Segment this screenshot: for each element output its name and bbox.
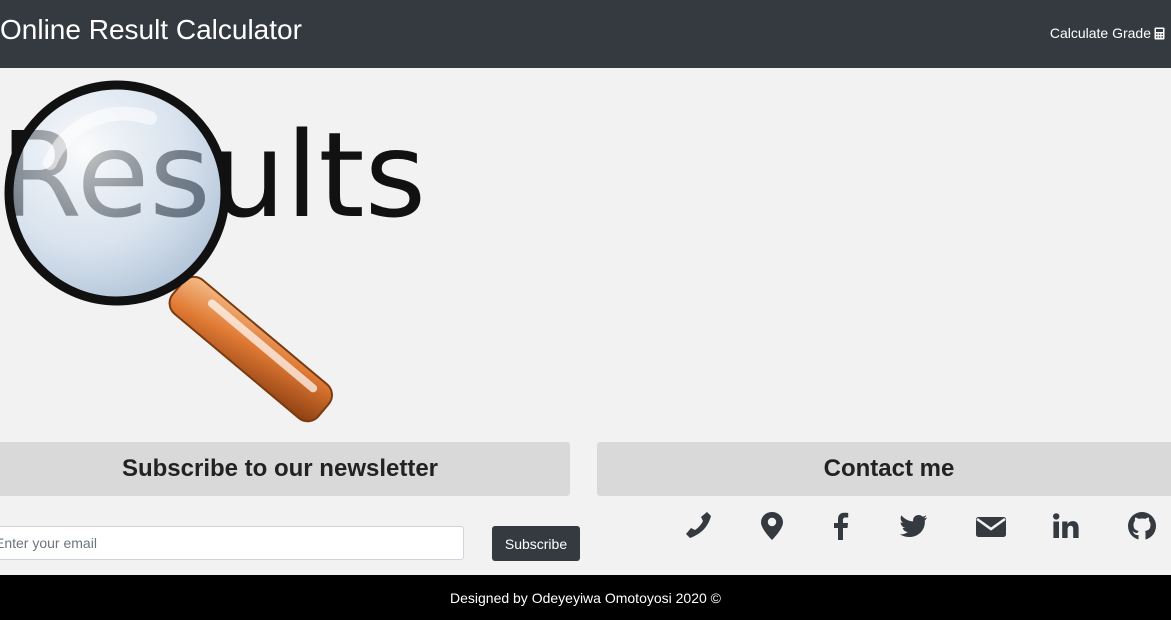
magnifying-glass-icon — [4, 80, 333, 423]
calculator-icon — [1154, 27, 1165, 39]
navbar-brand[interactable]: Online Result Calculator — [0, 14, 302, 46]
envelope-icon[interactable] — [974, 509, 1008, 543]
facebook-icon[interactable] — [824, 509, 858, 543]
contact-heading: Contact me — [597, 442, 1171, 496]
subscribe-button[interactable]: Subscribe — [492, 526, 580, 561]
twitter-icon[interactable] — [896, 509, 930, 543]
linkedin-icon[interactable] — [1049, 509, 1083, 543]
newsletter-heading: Subscribe to our newsletter — [0, 442, 570, 496]
calculate-grade-label: Calculate Grade — [1049, 25, 1151, 41]
email-input[interactable] — [0, 526, 464, 560]
footer-credit: Designed by Odeyeyiwa Omotoyosi 2020 © — [449, 589, 721, 606]
footer: Designed by Odeyeyiwa Omotoyosi 2020 © — [0, 575, 1171, 620]
calculate-grade-link[interactable]: Calculate Grade — [1050, 25, 1165, 41]
phone-icon[interactable] — [681, 509, 715, 543]
github-icon[interactable] — [1125, 509, 1159, 543]
hero-image: Results — [0, 68, 520, 438]
map-marker-icon[interactable] — [755, 509, 789, 543]
navbar: Online Result Calculator Calculate Grade — [0, 0, 1171, 68]
